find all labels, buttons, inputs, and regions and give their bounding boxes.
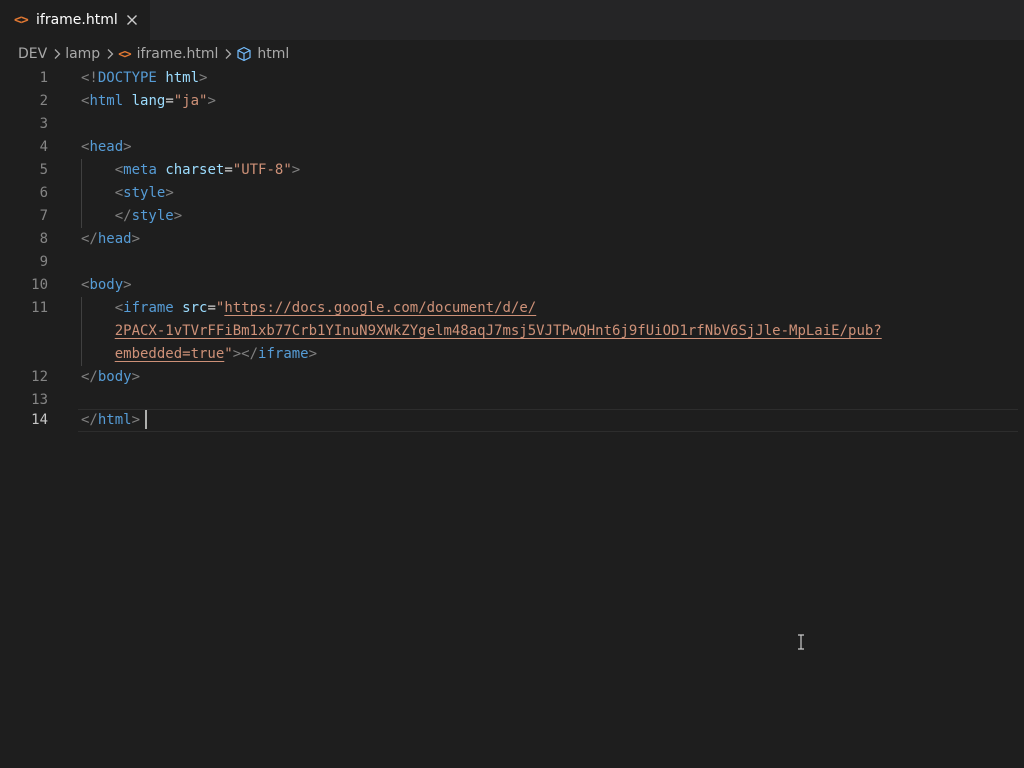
chevron-right-icon: [106, 48, 114, 60]
code-line: <html lang="ja">: [81, 90, 216, 113]
code-token-plain: =: [165, 93, 174, 109]
line-number: 8: [39, 231, 48, 247]
code-token-tag: head: [97, 231, 132, 247]
code-line: embedded=true"></iframe>: [81, 343, 317, 366]
code-token-link[interactable]: embedded=true: [115, 346, 225, 362]
code-line: <body>: [81, 274, 132, 297]
code-line: </html>: [81, 409, 140, 432]
code-token-bracket: >: [173, 208, 183, 224]
code-token-bracket: </: [114, 208, 132, 224]
line-number-active: 14: [31, 412, 48, 428]
code-token-str: ": [224, 346, 233, 362]
code-token-attr: charset: [165, 162, 225, 178]
chevron-right-icon: [53, 48, 61, 60]
code-token-link[interactable]: https://docs.google.com/document/d/e/: [224, 300, 536, 316]
code-line: <style>: [81, 182, 174, 205]
code-token-attr: src: [182, 300, 208, 316]
code-token-bracket: <: [114, 185, 124, 201]
code-token-bracket: </: [81, 231, 98, 247]
code-token-tag: body: [97, 369, 132, 385]
line-number: 4: [39, 139, 48, 155]
code-line: <!DOCTYPE html>: [81, 67, 207, 90]
breadcrumb-item-file[interactable]: iframe.html: [137, 46, 219, 62]
code-token-bracket: >: [123, 139, 132, 155]
code-token-tag: style: [123, 185, 166, 201]
code-token-tag: iframe: [258, 346, 309, 362]
code-line: 2PACX-1vTVrFFiBm1xb77Crb1YInuN9XWkZYgelm…: [81, 320, 882, 343]
line-number: 11: [31, 300, 48, 316]
code-token-bracket: </: [81, 412, 98, 428]
code-token-bracket: ></: [232, 346, 259, 362]
code-token-bracket: >: [199, 70, 208, 86]
code-line: </style>: [81, 205, 182, 228]
breadcrumb: DEV lamp <> iframe.html html: [0, 40, 1024, 68]
code-token-tag: style: [131, 208, 174, 224]
line-number: 12: [31, 369, 48, 385]
code-token-tag: body: [89, 277, 124, 293]
code-token-attr: lang: [131, 93, 166, 109]
code-token-bracket: >: [123, 277, 132, 293]
code-token-bracket: >: [291, 162, 301, 178]
code-token-tag: meta: [123, 162, 157, 178]
breadcrumb-item-dev[interactable]: DEV: [18, 46, 47, 62]
code-token-plain: =: [224, 162, 233, 178]
code-token-bracket: >: [131, 231, 141, 247]
tab-iframe-html[interactable]: <> iframe.html: [0, 0, 150, 40]
line-number: 2: [39, 93, 48, 109]
current-line-highlight: [78, 409, 1018, 432]
line-number: 3: [39, 116, 48, 132]
chevron-right-icon: [224, 48, 232, 60]
code-token-bracket: >: [165, 185, 174, 201]
code-token-str: "ja": [173, 93, 208, 109]
close-icon[interactable]: [123, 10, 141, 30]
code-line: <meta charset="UTF-8">: [81, 159, 301, 182]
code-token-plain: =: [207, 300, 216, 316]
line-number: 7: [39, 208, 48, 224]
code-line: </head>: [81, 228, 140, 251]
code-token-bracket: <: [114, 300, 124, 316]
code-token-tag: DOCTYPE: [97, 70, 157, 86]
code-editor[interactable]: 1 2 3 4 5 6 7 8 9 10 11 12 13 14 <!DOCTY…: [0, 67, 1024, 768]
code-token-link[interactable]: 2PACX-1vTVrFFiBm1xb77Crb1YInuN9XWkZYgelm…: [115, 323, 882, 339]
code-token-bracket: >: [207, 93, 216, 109]
code-token-tag: html: [97, 412, 132, 428]
code-token-bracket: <!: [81, 70, 98, 86]
html-file-icon: <>: [14, 12, 29, 28]
text-cursor: [145, 410, 147, 429]
tab-label: iframe.html: [36, 12, 118, 28]
breadcrumb-item-symbol[interactable]: html: [257, 46, 289, 62]
code-line: <iframe src="https://docs.google.com/doc…: [81, 297, 537, 320]
line-number: 9: [39, 254, 48, 270]
cube-symbol-icon: [236, 46, 252, 62]
ibeam-cursor-icon: [797, 634, 805, 650]
code-token-tag: html: [89, 93, 124, 109]
code-token-str: "UTF-8": [232, 162, 292, 178]
code-line: <head>: [81, 136, 132, 159]
code-token-bracket: >: [308, 346, 318, 362]
code-token-tag: head: [89, 139, 124, 155]
line-number: 6: [39, 185, 48, 201]
code-token-bracket: <: [114, 162, 124, 178]
line-number: 1: [39, 70, 48, 86]
code-token-bracket: </: [81, 369, 98, 385]
tab-bar: <> iframe.html: [0, 0, 1024, 40]
breadcrumb-item-lamp[interactable]: lamp: [65, 46, 100, 62]
code-token-bracket: >: [131, 369, 141, 385]
line-number: 5: [39, 162, 48, 178]
line-number: 10: [31, 277, 48, 293]
code-line: </body>: [81, 366, 140, 389]
code-token-attr: html: [165, 70, 200, 86]
code-token-bracket: >: [131, 412, 141, 428]
html-file-icon: <>: [118, 47, 131, 61]
code-token-tag: iframe: [123, 300, 174, 316]
